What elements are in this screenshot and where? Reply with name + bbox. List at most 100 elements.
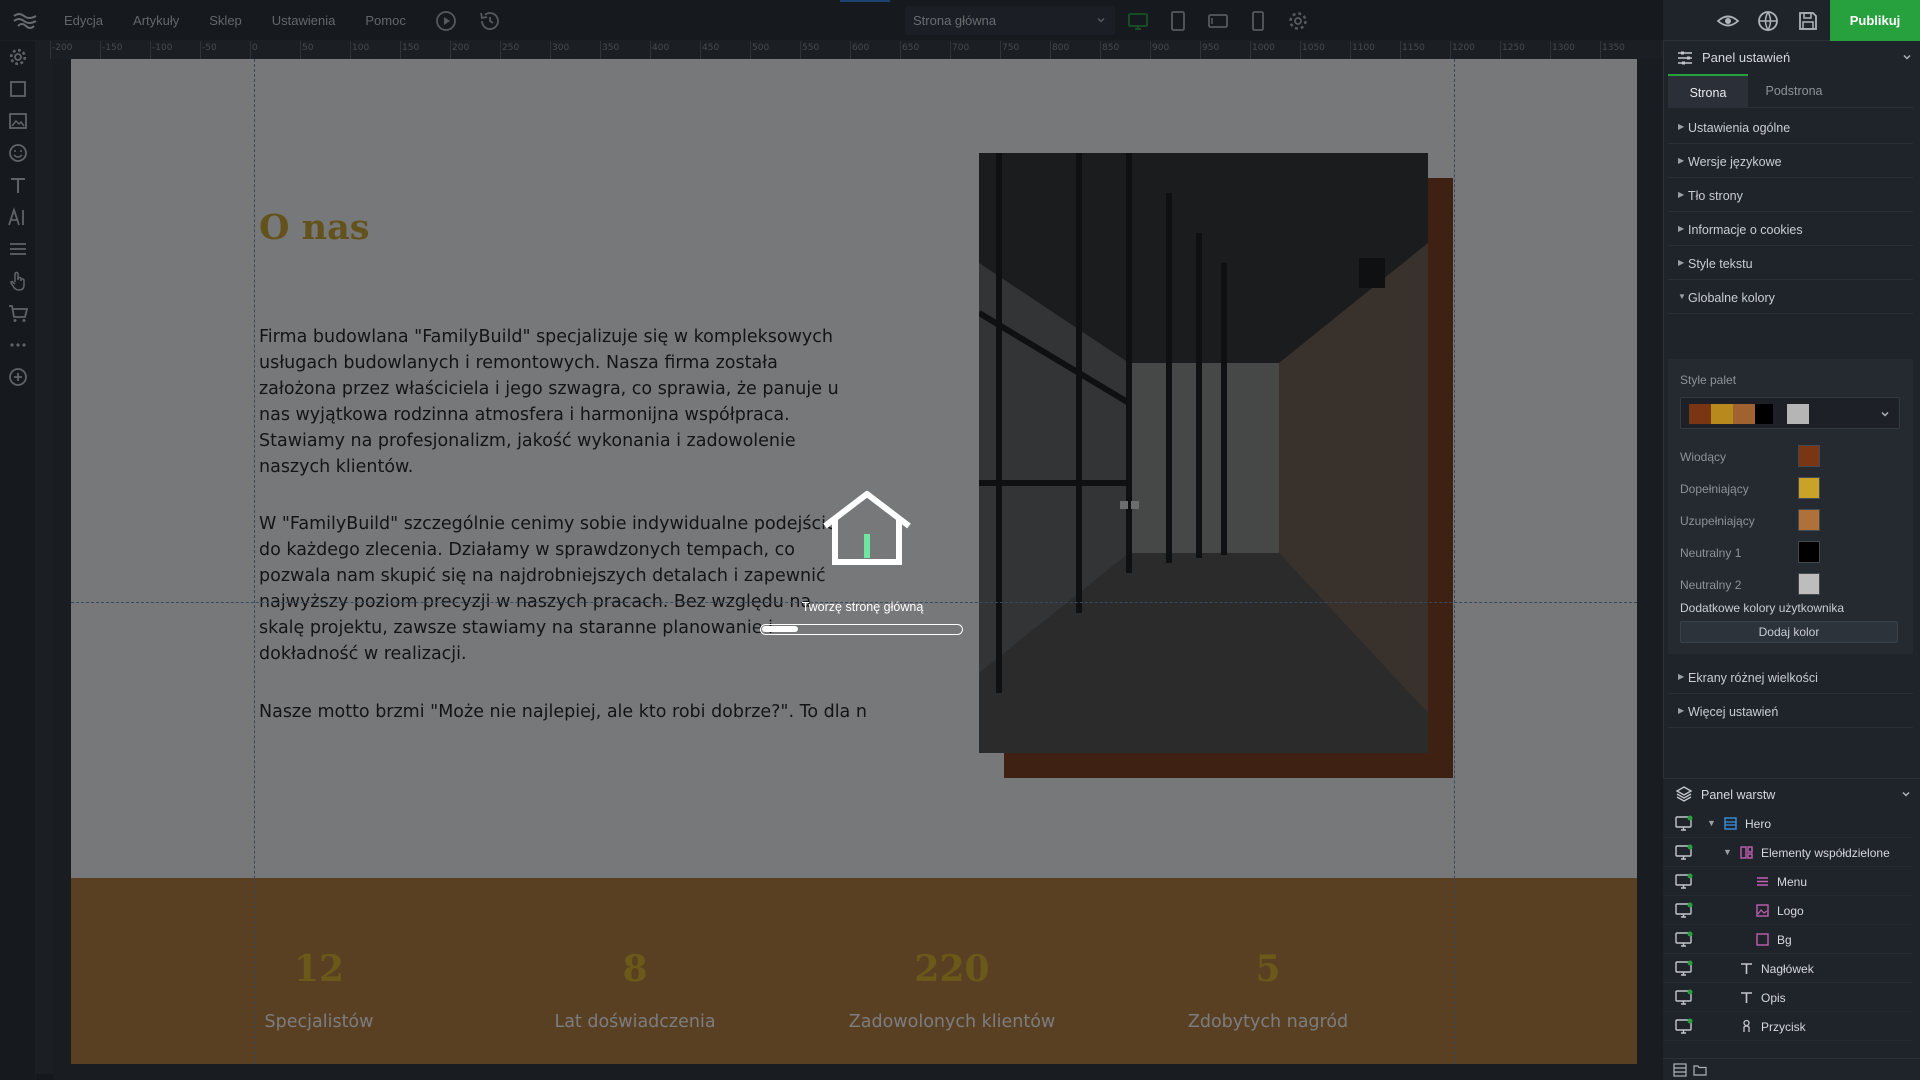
text-icon[interactable] [7, 174, 29, 196]
gear-icon[interactable] [1286, 9, 1310, 33]
about-section[interactable]: O nas Firma budowlana "FamilyBuild" spec… [71, 59, 1637, 878]
section-general-settings[interactable]: ▶ Ustawienia ogólne [1668, 111, 1913, 144]
section-language-versions[interactable]: ▶ Wersje językowe [1668, 145, 1913, 178]
add-circle-icon[interactable] [7, 366, 29, 388]
save-icon[interactable] [1796, 9, 1820, 33]
chevron-down-icon[interactable] [1900, 788, 1912, 800]
color-swatch-uzupelniajacy[interactable] [1798, 509, 1820, 531]
guide-line [1454, 59, 1455, 1064]
monitor-visibility-icon[interactable] [1675, 844, 1693, 860]
layers-panel-title: Panel warstw [1701, 788, 1776, 802]
color-swatch-wiodacy[interactable] [1798, 445, 1820, 467]
palette-selector[interactable] [1680, 397, 1900, 429]
monitor-visibility-icon[interactable] [1675, 815, 1693, 831]
layer-row[interactable]: ▼ Hero [1663, 809, 1913, 838]
cart-icon[interactable] [7, 302, 29, 324]
layer-row[interactable]: Przycisk [1663, 1012, 1913, 1041]
layer-row[interactable]: Menu [1663, 867, 1913, 896]
layers-panel-header[interactable]: Panel warstw [1663, 779, 1920, 809]
about-paragraph-1[interactable]: Firma budowlana "FamilyBuild" specjalizu… [259, 324, 859, 480]
monitor-visibility-icon[interactable] [1675, 1018, 1693, 1034]
monitor-visibility-icon[interactable] [1675, 902, 1693, 918]
section-screen-sizes[interactable]: ▶ Ekrany różnej wielkości [1668, 661, 1913, 694]
chevron-down-icon[interactable] [1901, 51, 1913, 63]
monitor-visibility-icon[interactable] [1675, 989, 1693, 1005]
app-logo-icon[interactable] [12, 10, 38, 30]
layer-name: Elementy współdzielone [1761, 846, 1890, 860]
horizontal-ruler: -200 -150 -100 -50 0 50 100 150 200 250 300 350 400 4… [36, 41, 1663, 59]
settings-panel-header[interactable]: Panel ustawień [1664, 41, 1920, 74]
stat-item[interactable]: 8 Lat doświadczenia [505, 948, 765, 1032]
ai-icon[interactable] [7, 206, 29, 228]
folder-icon[interactable] [1693, 1063, 1707, 1077]
globe-icon[interactable] [1756, 9, 1780, 33]
stat-item[interactable]: 12 Specjalistów [189, 948, 449, 1032]
menu-edycja[interactable]: Edycja [64, 13, 103, 28]
caret-down-icon[interactable]: ▼ [1707, 818, 1716, 828]
layer-row[interactable]: Logo [1663, 896, 1913, 925]
list-view-icon[interactable] [1673, 1063, 1687, 1077]
ruler-tick [400, 41, 401, 59]
menu-sklep[interactable]: Sklep [209, 13, 242, 28]
menu-artykuly[interactable]: Artykuły [133, 13, 179, 28]
settings-icon[interactable] [7, 46, 29, 68]
layer-row[interactable]: Opis [1663, 983, 1913, 1012]
ruler-tick [50, 41, 51, 59]
loader-progress-fill [762, 626, 798, 632]
publish-button[interactable]: Publikuj [1830, 0, 1920, 41]
ruler-tick [500, 41, 501, 59]
ruler-tick-label: 1150 [1402, 43, 1425, 53]
about-paragraph-3[interactable]: Nasze motto brzmi "Może nie najlepiej, a… [259, 699, 867, 725]
menu-ustawienia[interactable]: Ustawienia [272, 13, 336, 28]
stat-item[interactable]: 220 Zadowolonych klientów [822, 948, 1082, 1032]
ruler-tick-label: 1100 [1352, 43, 1375, 53]
more-dots-icon[interactable] [7, 334, 29, 356]
caret-down-icon: ▼ [1678, 292, 1686, 301]
tablet-view-icon[interactable] [1166, 9, 1190, 33]
stat-item[interactable]: 5 Zdobytych nagród [1138, 948, 1398, 1032]
mobile-view-icon[interactable] [1246, 9, 1270, 33]
hand-pointer-icon[interactable] [7, 270, 29, 292]
house-icon [823, 491, 911, 565]
section-global-colors[interactable]: ▼ Globalne kolory [1668, 281, 1913, 314]
tablet-landscape-view-icon[interactable] [1206, 9, 1230, 33]
layer-row[interactable]: Bg [1663, 925, 1913, 954]
section-text-styles[interactable]: ▶ Style tekstu [1668, 247, 1913, 280]
tab-strona[interactable]: Strona [1668, 74, 1748, 108]
office-corridor-photo[interactable] [979, 153, 1428, 753]
layer-row[interactable]: ▼ Elementy współdzielone [1663, 838, 1913, 867]
section-label: Wersje językowe [1688, 155, 1782, 169]
section-page-background[interactable]: ▶ Tło strony [1668, 179, 1913, 212]
monitor-visibility-icon[interactable] [1675, 960, 1693, 976]
history-icon[interactable] [478, 9, 502, 33]
emoji-icon[interactable] [7, 142, 29, 164]
layer-name: Opis [1761, 991, 1786, 1005]
ruler-tick-label: 450 [702, 43, 720, 53]
ruler-tick-label: -50 [202, 43, 217, 53]
layer-row[interactable]: Nagłówek [1663, 954, 1913, 983]
page-selector[interactable]: Strona główna [905, 6, 1115, 35]
color-swatch-neutralny-2[interactable] [1798, 573, 1820, 595]
tab-podstrona[interactable]: Podstrona [1752, 74, 1836, 108]
stats-section[interactable]: 12 Specjalistów 8 Lat doświadczenia 220 … [71, 878, 1637, 1064]
desktop-view-icon[interactable] [1126, 9, 1150, 33]
preview-eye-icon[interactable] [1716, 9, 1740, 33]
ruler-tick-label: 900 [1152, 43, 1170, 53]
image-icon[interactable] [7, 110, 29, 132]
menu-pomoc[interactable]: Pomoc [365, 13, 405, 28]
color-swatch-dopelniajacy[interactable] [1798, 477, 1820, 499]
play-icon[interactable] [434, 9, 458, 33]
stat-label: Specjalistów [264, 1012, 374, 1032]
section-more-settings[interactable]: ▶ Więcej ustawień [1668, 695, 1913, 728]
section-cookies-info[interactable]: ▶ Informacje o cookies [1668, 213, 1913, 246]
about-heading[interactable]: O nas [259, 207, 370, 248]
caret-down-icon[interactable]: ▼ [1723, 847, 1732, 857]
ruler-tick-label: 50 [302, 43, 314, 53]
monitor-visibility-icon[interactable] [1675, 873, 1693, 889]
monitor-visibility-icon[interactable] [1675, 931, 1693, 947]
ruler-tick-label: 200 [452, 43, 470, 53]
square-icon[interactable] [7, 78, 29, 100]
add-color-button[interactable]: Dodaj kolor [1680, 621, 1898, 643]
color-swatch-neutralny-1[interactable] [1798, 541, 1820, 563]
menu-lines-icon[interactable] [7, 238, 29, 260]
